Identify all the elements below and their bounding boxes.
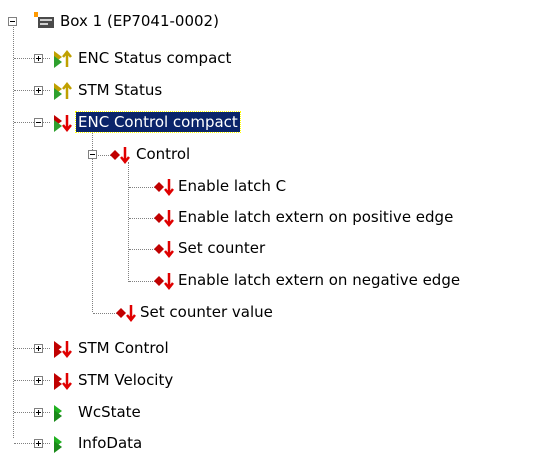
tree-node-set-counter[interactable]: Set counter xyxy=(152,235,452,261)
tree-node-enc-control-compact[interactable]: ENC Control compact xyxy=(50,109,350,135)
output-control-icon xyxy=(54,115,72,133)
tree-node-label: Box 1 (EP7041-0002) xyxy=(60,12,219,30)
tree-line xyxy=(14,348,50,349)
tree-node-wcstate[interactable]: WcState xyxy=(50,399,310,425)
input-status-icon xyxy=(54,49,72,68)
tree-node-label: STM Status xyxy=(78,81,163,99)
tree-node-label: Enable latch extern on negative edge xyxy=(178,271,461,289)
tree-line xyxy=(128,162,129,282)
tree-node-label: WcState xyxy=(78,403,141,421)
output-variable-icon xyxy=(116,305,136,323)
tree-node-label: Set counter xyxy=(178,239,266,257)
output-variable-icon xyxy=(154,179,174,197)
collapse-toggle[interactable] xyxy=(34,118,43,127)
tree-node-enable-latch-extern-positive[interactable]: Enable latch extern on positive edge xyxy=(152,204,552,230)
state-icon xyxy=(54,436,62,453)
expand-toggle[interactable] xyxy=(34,376,43,385)
output-variable-icon xyxy=(154,273,174,291)
tree-line xyxy=(14,122,50,123)
output-control-icon xyxy=(54,341,72,359)
expand-toggle[interactable] xyxy=(34,86,43,95)
tree-line xyxy=(14,412,50,413)
collapse-toggle[interactable] xyxy=(88,150,97,159)
tree-node-label: Control xyxy=(136,145,191,163)
state-icon xyxy=(54,405,62,422)
expand-toggle[interactable] xyxy=(34,408,43,417)
tree-node-infodata[interactable]: InfoData xyxy=(50,430,310,456)
collapse-toggle[interactable] xyxy=(8,17,17,26)
tree-node-label: STM Control xyxy=(78,339,169,357)
io-tree: Box 1 (EP7041-0002) ENC Status compact S… xyxy=(0,0,553,453)
tree-node-label: Set counter value xyxy=(140,303,273,321)
tree-node-label: STM Velocity xyxy=(78,371,174,389)
tree-node-stm-velocity[interactable]: STM Velocity xyxy=(50,367,310,393)
input-status-icon xyxy=(54,81,72,100)
tree-line xyxy=(14,380,50,381)
expand-toggle[interactable] xyxy=(34,344,43,353)
tree-node-label: Enable latch C xyxy=(178,177,287,195)
tree-node-control[interactable]: Control xyxy=(108,141,308,167)
output-variable-icon xyxy=(154,241,174,259)
tree-line xyxy=(14,90,50,91)
tree-node-set-counter-value[interactable]: Set counter value xyxy=(114,299,414,325)
tree-node-label: ENC Control compact xyxy=(75,111,241,133)
tree-line xyxy=(13,22,14,438)
output-variable-icon xyxy=(110,147,130,165)
tree-line xyxy=(14,443,50,444)
expand-toggle[interactable] xyxy=(34,54,43,63)
box-module-icon xyxy=(34,12,54,28)
tree-node-box1[interactable]: Box 1 (EP7041-0002) xyxy=(32,8,292,34)
tree-node-label: Enable latch extern on positive edge xyxy=(178,208,454,226)
tree-line xyxy=(92,132,93,312)
tree-node-stm-status[interactable]: STM Status xyxy=(50,77,340,103)
tree-node-enable-latch-c[interactable]: Enable latch C xyxy=(152,173,452,199)
tree-node-enc-status-compact[interactable]: ENC Status compact xyxy=(50,45,340,71)
tree-node-stm-control[interactable]: STM Control xyxy=(50,335,310,361)
tree-line xyxy=(14,58,50,59)
expand-toggle[interactable] xyxy=(34,439,43,448)
tree-node-enable-latch-extern-negative[interactable]: Enable latch extern on negative edge xyxy=(152,267,552,293)
tree-node-label: InfoData xyxy=(78,434,143,452)
output-control-icon xyxy=(54,373,72,391)
tree-node-label: ENC Status compact xyxy=(78,49,232,67)
output-variable-icon xyxy=(154,210,174,228)
